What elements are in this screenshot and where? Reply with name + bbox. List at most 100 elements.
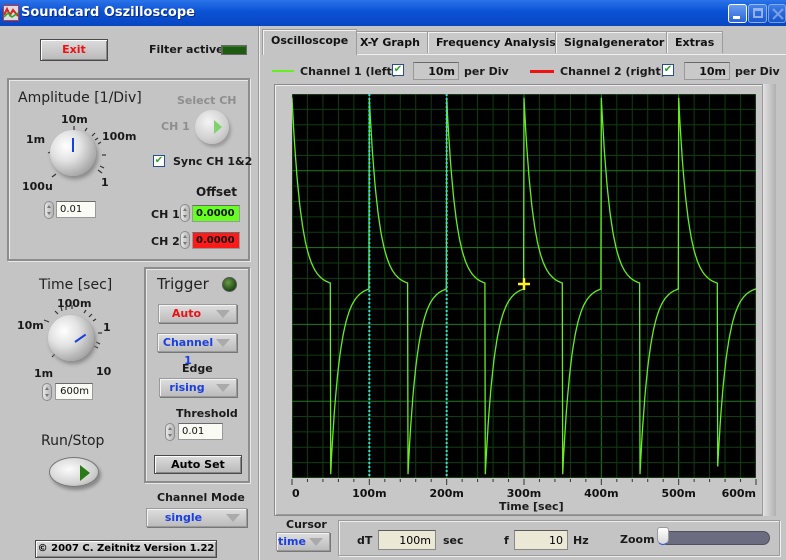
filter-active-label: Filter active xyxy=(149,43,224,56)
time-input[interactable] xyxy=(55,383,93,400)
time-title: Time [sec] xyxy=(39,277,113,293)
trigger-led xyxy=(222,277,237,292)
trigger-mode-select[interactable]: Auto xyxy=(158,304,237,323)
window-title: Soundcard Oszilloscope xyxy=(21,5,195,20)
channel-mode-select[interactable]: single xyxy=(146,508,247,527)
channel2-per-div[interactable]: 10m xyxy=(684,62,730,80)
offset-ch2-spinner[interactable] xyxy=(180,231,190,249)
cursor-mode-select[interactable]: time xyxy=(276,532,330,551)
zoom-slider[interactable] xyxy=(660,531,770,545)
dt-unit: sec xyxy=(443,534,464,547)
offset-ch1-spinner[interactable] xyxy=(180,204,190,222)
version-button[interactable]: © 2007 C. Zeitnitz Version 1.22 xyxy=(35,540,217,558)
channel1-checkbox[interactable]: ✔ xyxy=(392,64,404,76)
trigger-title: Trigger xyxy=(157,275,209,293)
time-spinner[interactable] xyxy=(42,383,52,401)
threshold-input[interactable] xyxy=(178,423,223,440)
f-unit: Hz xyxy=(573,534,589,547)
channel1-per-div-unit: per Div xyxy=(464,65,509,78)
oscilloscope-graph[interactable] xyxy=(292,94,756,478)
channel2-legend-line xyxy=(530,70,554,73)
exit-button[interactable]: Exit xyxy=(40,39,108,61)
edge-label: Edge xyxy=(182,362,213,375)
app-icon xyxy=(3,5,19,21)
cursor-crosshair-marker xyxy=(518,278,530,290)
offset-ch2-label: CH 2 xyxy=(151,235,180,248)
channel1-legend-line xyxy=(272,70,294,72)
channel-mode-value: single xyxy=(164,511,203,524)
cursor-mode-value: time xyxy=(278,535,306,548)
trigger-edge-select[interactable]: rising xyxy=(159,378,237,397)
plot-area[interactable] xyxy=(292,94,756,478)
tab-xy-graph[interactable]: X-Y Graph xyxy=(351,31,429,53)
x-tick-label: 600m xyxy=(722,487,756,500)
channel-mode-label: Channel Mode xyxy=(157,491,245,504)
dropdown-arrow-icon xyxy=(216,339,230,347)
minimize-icon xyxy=(733,16,740,19)
f-value: 10 xyxy=(514,530,568,550)
offset-title: Offset xyxy=(196,185,237,199)
offset-ch1-input[interactable] xyxy=(192,205,240,222)
channel1-label: Channel 1 (left) xyxy=(300,65,397,78)
dt-value: 100m xyxy=(378,530,436,550)
auto-set-button[interactable]: Auto Set xyxy=(154,455,242,474)
trigger-panel xyxy=(144,267,250,483)
channel2-per-div-unit: per Div xyxy=(735,65,780,78)
dropdown-arrow-icon xyxy=(309,538,323,546)
sync-label: Sync CH 1&2 xyxy=(173,155,253,168)
graph-scrollbar[interactable] xyxy=(762,84,776,516)
channel2-checkbox[interactable]: ✔ xyxy=(662,64,674,76)
amplitude-title: Amplitude [1/Div] xyxy=(18,90,142,106)
run-stop-button[interactable] xyxy=(49,457,99,487)
close-icon xyxy=(772,8,784,20)
cursor-label: Cursor xyxy=(286,518,327,531)
select-ch-button[interactable] xyxy=(195,110,229,144)
play-icon xyxy=(80,465,90,481)
play-icon xyxy=(214,120,222,134)
maximize-icon xyxy=(753,8,763,18)
threshold-label: Threshold xyxy=(176,407,238,420)
amplitude-knob-pointer xyxy=(72,138,74,152)
trigger-mode-value: Auto xyxy=(171,307,202,320)
channel1-per-div[interactable]: 10m xyxy=(413,62,459,80)
panel-divider xyxy=(258,26,260,560)
select-ch-title: Select CH xyxy=(177,94,237,107)
x-tick-label: 100m xyxy=(352,487,386,500)
amplitude-knob[interactable] xyxy=(50,130,96,176)
filter-active-led xyxy=(221,45,247,55)
time-knob[interactable] xyxy=(48,315,94,361)
offset-ch1-label: CH 1 xyxy=(151,208,180,221)
dropdown-arrow-icon xyxy=(216,384,230,392)
tab-signalgenerator[interactable]: Signalgenerator xyxy=(555,31,674,53)
zoom-label: Zoom xyxy=(620,533,655,546)
dropdown-arrow-icon xyxy=(216,310,230,318)
maximize-button[interactable] xyxy=(748,4,767,23)
run-stop-label: Run/Stop xyxy=(41,433,105,449)
amplitude-spinner[interactable] xyxy=(44,201,54,219)
minimize-button[interactable] xyxy=(728,4,747,23)
title-bar: Soundcard Oszilloscope xyxy=(0,0,786,26)
x-axis-label: Time [sec] xyxy=(499,500,564,513)
time-knob-pointer xyxy=(74,333,87,343)
x-tick-label: 400m xyxy=(584,487,618,500)
tab-oscilloscope[interactable]: Oscilloscope xyxy=(262,29,358,55)
x-tick-label: 0 xyxy=(292,487,300,500)
channel2-label: Channel 2 (right) xyxy=(560,65,666,78)
dropdown-arrow-icon xyxy=(226,514,240,522)
f-label: f xyxy=(504,534,509,547)
threshold-spinner[interactable] xyxy=(165,423,175,441)
amplitude-input[interactable] xyxy=(56,201,96,218)
x-tick-label: 200m xyxy=(429,487,463,500)
tab-extras[interactable]: Extras xyxy=(666,31,724,53)
tab-frequency-analysis[interactable]: Frequency Analysis xyxy=(427,31,565,53)
trigger-source-select[interactable]: Channel 1 xyxy=(157,333,237,367)
offset-ch2-input[interactable] xyxy=(192,232,240,249)
x-tick-label: 300m xyxy=(507,487,541,500)
sync-checkbox[interactable]: ✔ xyxy=(153,155,165,167)
zoom-slider-thumb[interactable] xyxy=(657,527,669,545)
trigger-edge-value: rising xyxy=(169,381,205,394)
close-button[interactable] xyxy=(768,4,786,23)
select-ch-channel-label: CH 1 xyxy=(161,120,190,133)
dt-label: dT xyxy=(357,534,373,547)
x-tick-label: 500m xyxy=(661,487,695,500)
